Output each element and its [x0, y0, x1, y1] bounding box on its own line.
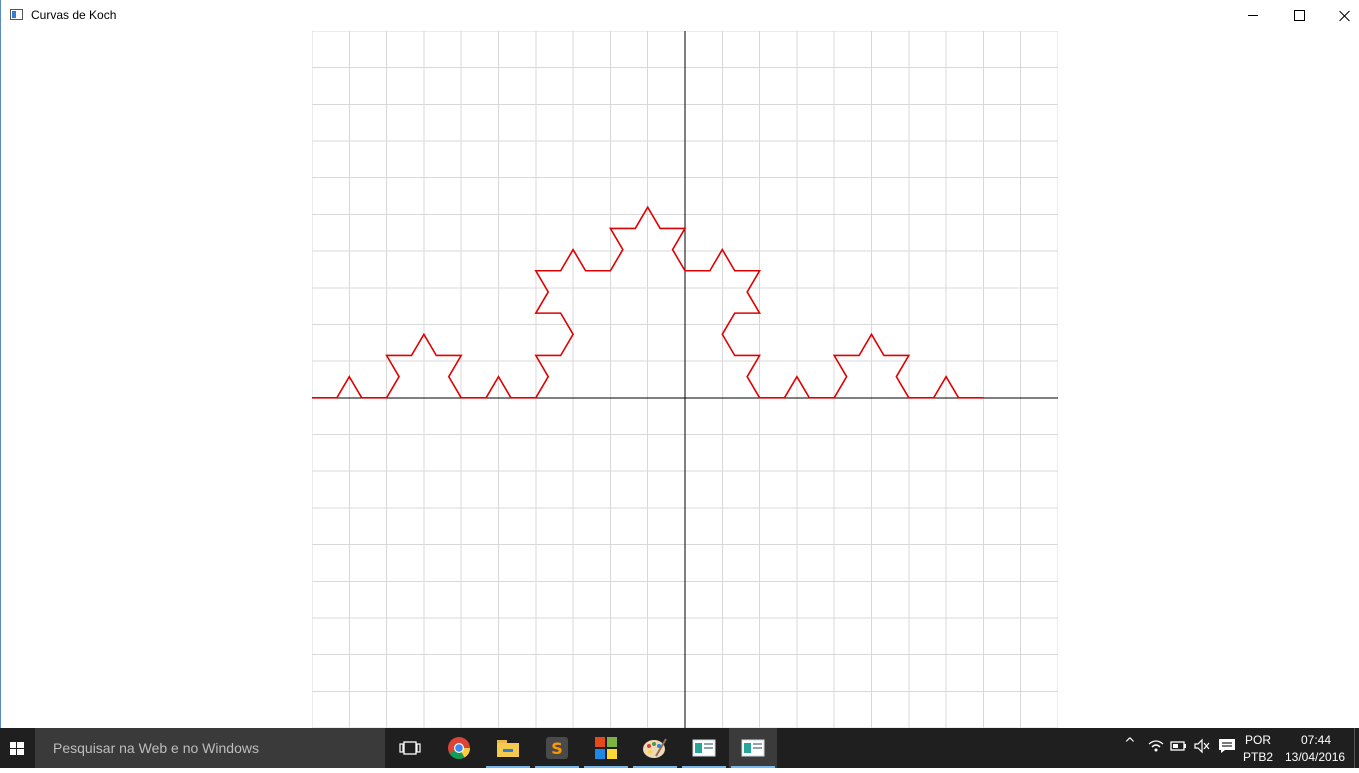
chrome-icon: [448, 737, 470, 759]
window-title: Curvas de Koch: [31, 8, 117, 22]
action-center-icon: [1219, 739, 1235, 753]
close-icon: [1339, 10, 1351, 22]
battery-level-icon: [1170, 741, 1186, 751]
volume-muted-icon[interactable]: [1193, 738, 1211, 758]
speaker-muted-icon: [1194, 738, 1210, 754]
file-explorer-button[interactable]: [484, 728, 532, 768]
start-button[interactable]: [0, 728, 35, 768]
search-box[interactable]: Pesquisar na Web e no Windows: [35, 728, 385, 768]
show-desktop-button[interactable]: [1354, 728, 1359, 768]
wifi-icon[interactable]: [1147, 738, 1165, 758]
wifi-signal-icon: [1148, 740, 1164, 752]
office-icon: [595, 737, 617, 759]
sublime-text-icon: S: [546, 737, 568, 759]
taskbar: Pesquisar na Web e no Windows S ^ POR PT…: [0, 728, 1359, 768]
app-window-icon: [10, 9, 23, 20]
drawing-canvas: [312, 31, 1058, 728]
chevron-up-icon[interactable]: ^: [1124, 736, 1136, 752]
svg-text:S: S: [551, 739, 563, 758]
app-window-button[interactable]: [680, 728, 728, 768]
koch-plot: [312, 31, 1058, 728]
notifications-icon[interactable]: [1218, 738, 1236, 758]
chrome-button[interactable]: [435, 728, 483, 768]
title-bar[interactable]: Curvas de Koch: [1, 0, 1359, 31]
sublime-text-button[interactable]: S: [533, 728, 581, 768]
app-window-icon: [692, 739, 716, 757]
task-view-icon: [399, 741, 421, 755]
task-view-button[interactable]: [386, 728, 434, 768]
battery-icon[interactable]: [1170, 738, 1188, 758]
minimize-button[interactable]: [1230, 0, 1276, 31]
clock-time[interactable]: 07:44: [1301, 733, 1331, 747]
keyboard-layout[interactable]: PTB2: [1243, 750, 1273, 764]
maximize-icon: [1293, 10, 1305, 21]
windows-logo-icon: [10, 742, 24, 755]
input-language[interactable]: POR: [1245, 733, 1271, 747]
paint-icon: [643, 738, 667, 758]
minimize-icon: [1248, 15, 1258, 16]
app-window-active-icon: [741, 739, 765, 757]
office-button[interactable]: [582, 728, 630, 768]
app-window-active-button[interactable]: [729, 728, 777, 768]
paint-button[interactable]: [631, 728, 679, 768]
close-button[interactable]: [1322, 0, 1359, 31]
app-window: Curvas de Koch: [0, 0, 1359, 728]
search-placeholder: Pesquisar na Web e no Windows: [53, 740, 259, 756]
file-explorer-icon: [497, 740, 519, 757]
clock-date[interactable]: 13/04/2016: [1285, 750, 1345, 764]
maximize-button[interactable]: [1276, 0, 1322, 31]
